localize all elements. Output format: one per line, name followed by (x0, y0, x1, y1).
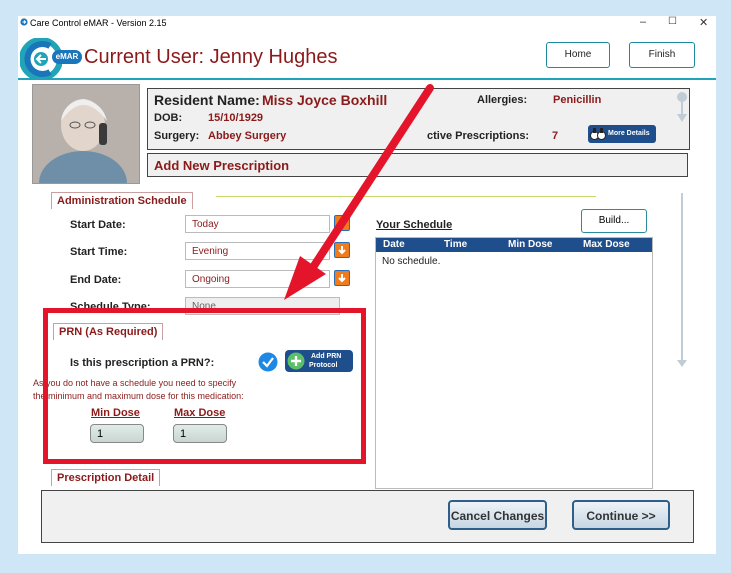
annotation-arrow-icon (284, 84, 434, 300)
